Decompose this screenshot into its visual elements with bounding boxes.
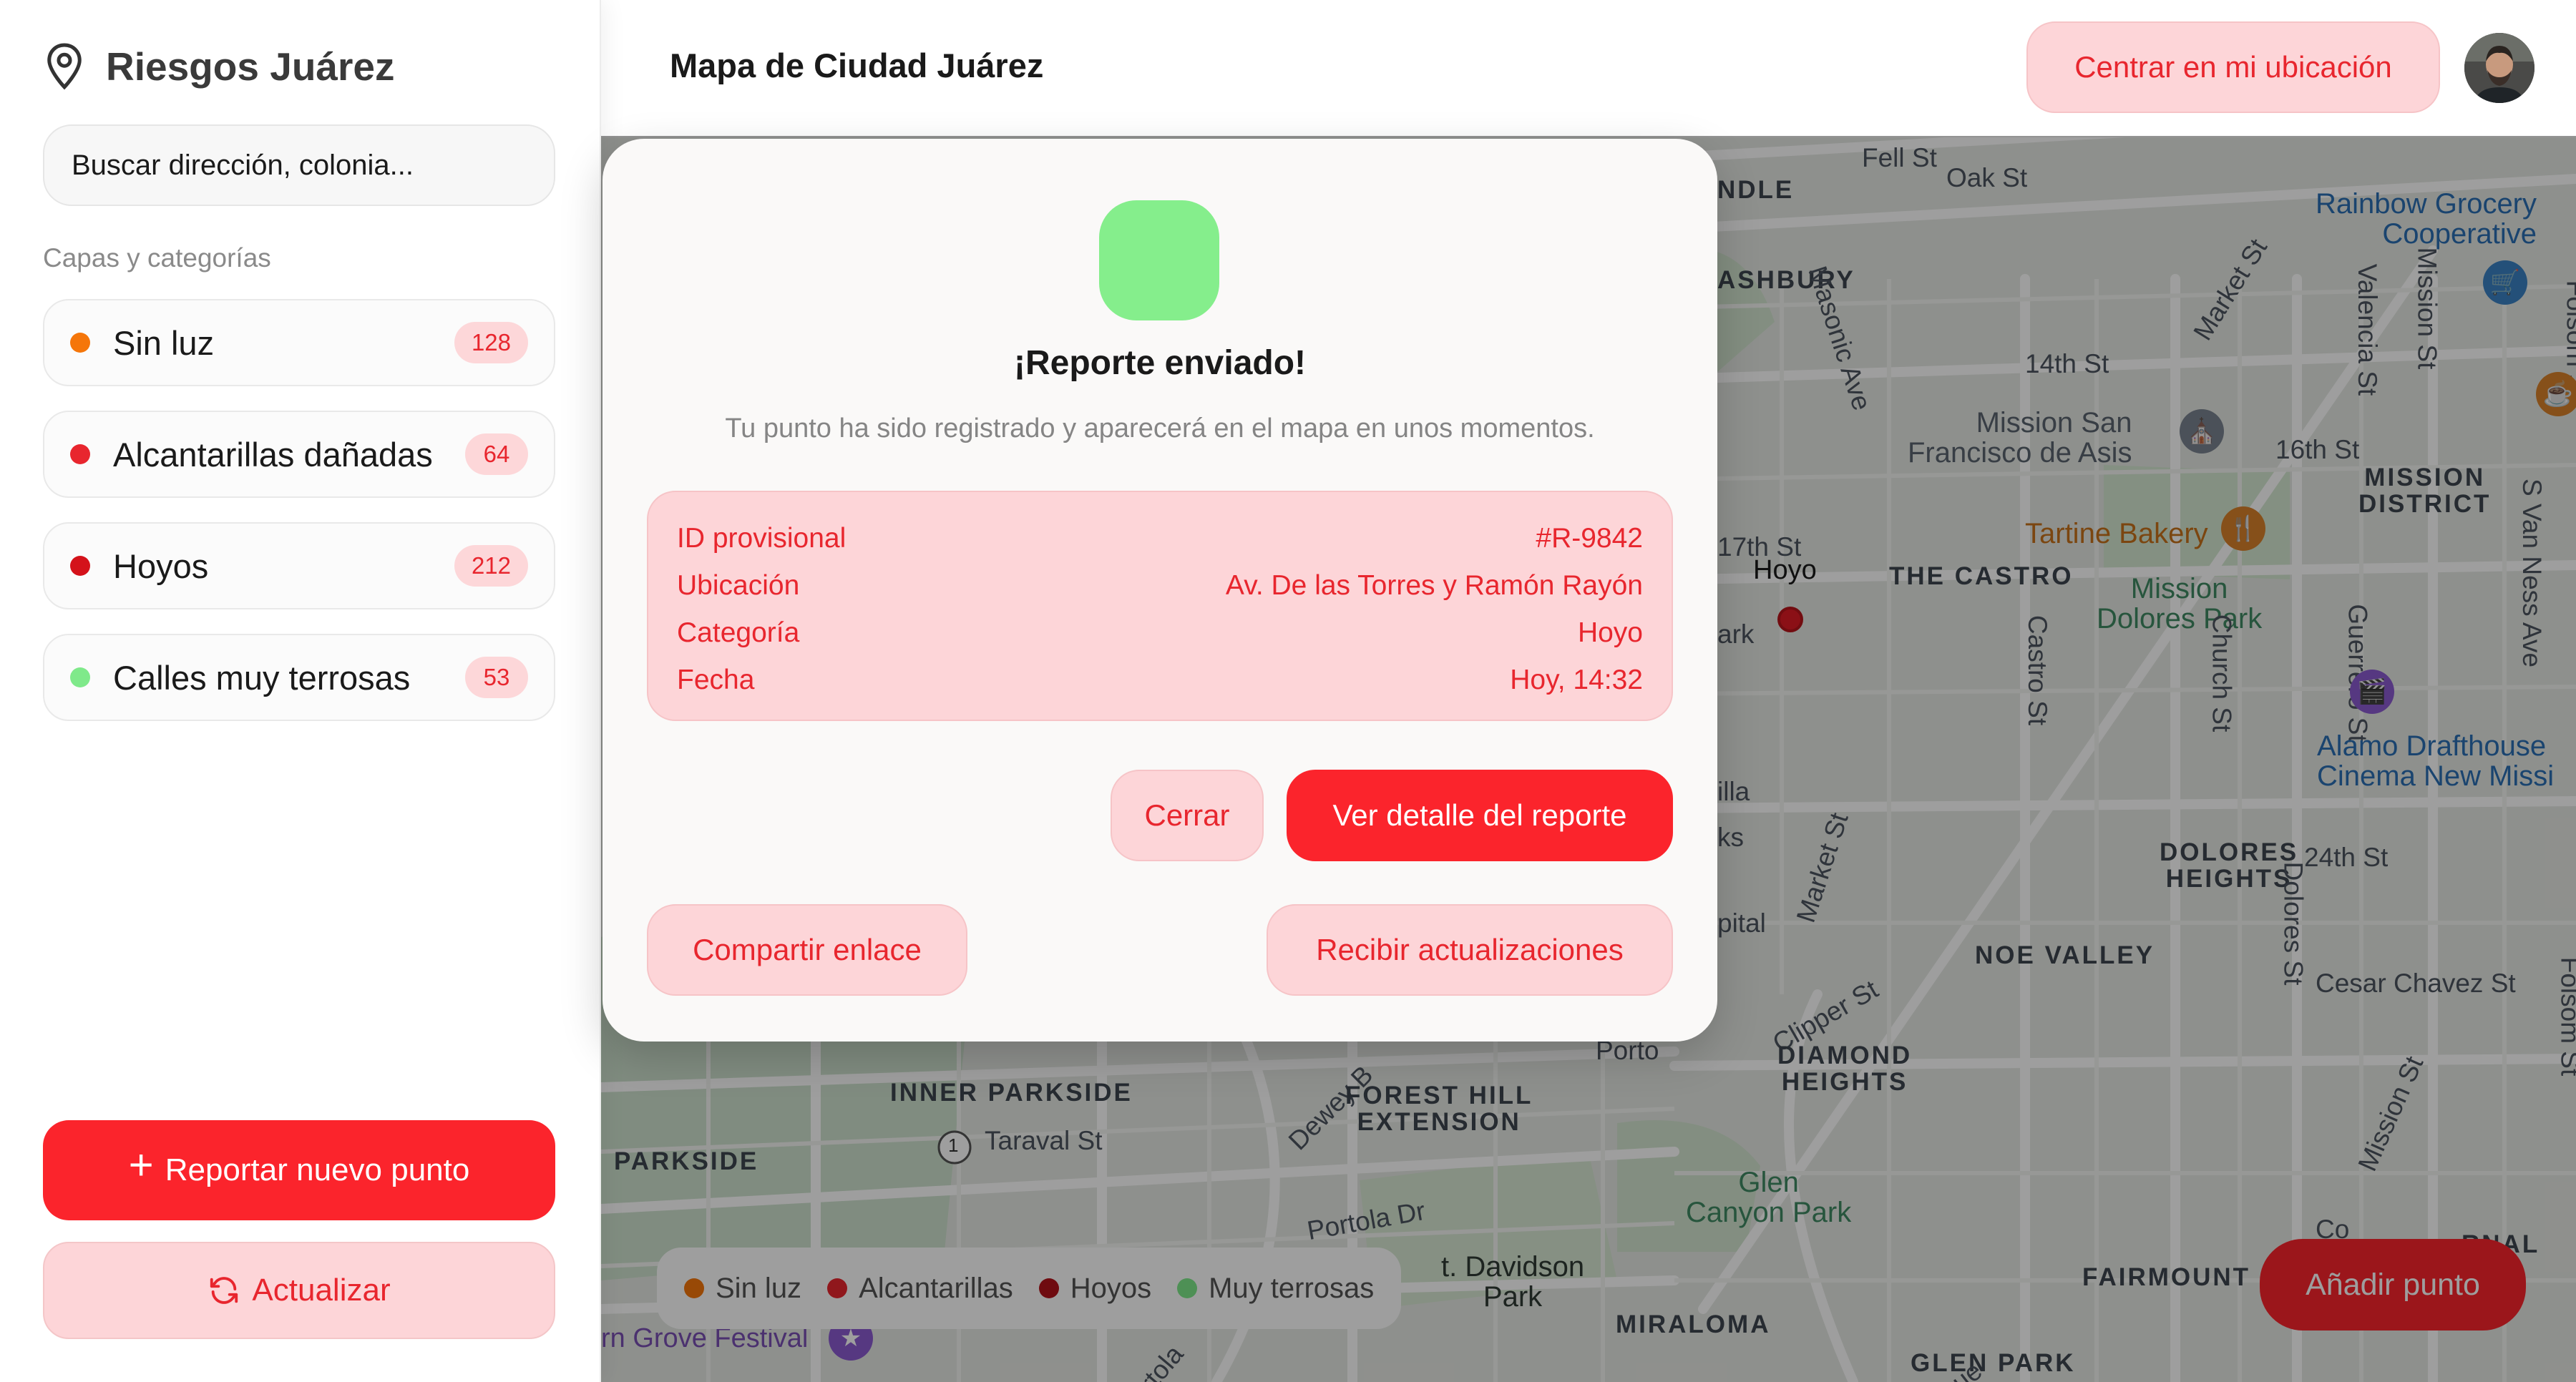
report-new-point-label: Reportar nuevo punto [165, 1152, 470, 1187]
detail-row: Fecha Hoy, 14:32 [677, 657, 1643, 704]
location-pin-icon [47, 43, 82, 90]
detail-value: Hoy, 14:32 [1510, 665, 1643, 695]
avatar[interactable] [2464, 33, 2534, 103]
detail-key: ID provisional [677, 523, 847, 554]
orange-dot-icon [70, 333, 90, 353]
top-bar: Mapa de Ciudad Juárez Centrar en mi ubic… [601, 0, 2576, 137]
receive-updates-button[interactable]: Recibir actualizaciones [1267, 904, 1673, 996]
layer-count-badge: 128 [454, 322, 528, 363]
brand: Riesgos Juárez [42, 40, 395, 93]
detail-key: Categoría [677, 617, 800, 648]
share-link-button[interactable]: Compartir enlace [647, 904, 967, 996]
report-new-point-button[interactable]: + Reportar nuevo punto [43, 1120, 555, 1220]
refresh-icon [210, 1277, 238, 1304]
center-location-button[interactable]: Centrar en mi ubicación [2026, 21, 2440, 113]
layer-count-badge: 212 [454, 545, 528, 587]
detail-row: Ubicación Av. De las Torres y Ramón Rayó… [677, 562, 1643, 609]
detail-value: #R-9842 [1536, 523, 1643, 554]
red-dot-icon [70, 556, 90, 576]
close-button[interactable]: Cerrar [1111, 770, 1264, 861]
layer-count-badge: 64 [465, 433, 528, 475]
detail-key: Fecha [677, 665, 755, 695]
report-details: ID provisional #R-9842 Ubicación Av. De … [647, 491, 1673, 721]
detail-row: Categoría Hoyo [677, 609, 1643, 657]
sidebar: Riesgos Juárez Capas y categorías Sin lu… [0, 0, 601, 1382]
dialog-title: ¡Reporte enviado! [1013, 344, 1307, 382]
refresh-label: Actualizar [252, 1273, 391, 1308]
search-input[interactable] [43, 124, 555, 206]
layer-label: Hoyos [113, 547, 209, 585]
page-title: Mapa de Ciudad Juárez [670, 46, 1044, 84]
layer-calles-terrosas[interactable]: Calles muy terrosas 53 [43, 634, 555, 721]
dialog-subtitle: Tu punto ha sido registrado y aparecerá … [725, 413, 1595, 443]
layer-alcantarillas[interactable]: Alcantarillas dañadas 64 [43, 411, 555, 498]
green-dot-icon [70, 667, 90, 687]
layer-label: Calles muy terrosas [113, 658, 411, 697]
plus-icon: + [128, 1141, 154, 1189]
view-report-detail-button[interactable]: Ver detalle del reporte [1287, 770, 1673, 861]
detail-value: Hoyo [1577, 617, 1643, 648]
app-title: Riesgos Juárez [106, 44, 395, 89]
layer-count-badge: 53 [465, 657, 528, 698]
layer-label: Alcantarillas dañadas [113, 435, 433, 474]
refresh-button[interactable]: Actualizar [43, 1242, 555, 1339]
report-sent-dialog: ¡Reporte enviado! Tu punto ha sido regis… [602, 139, 1717, 1042]
layers-section-label: Capas y categorías [43, 243, 271, 273]
detail-key: Ubicación [677, 570, 800, 601]
success-icon [1099, 200, 1219, 320]
user-photo-icon [2464, 33, 2534, 103]
layer-label: Sin luz [113, 323, 215, 362]
layer-sin-luz[interactable]: Sin luz 128 [43, 299, 555, 386]
detail-value: Av. De las Torres y Ramón Rayón [1225, 570, 1643, 601]
layer-hoyos[interactable]: Hoyos 212 [43, 522, 555, 609]
red-dot-icon [70, 444, 90, 464]
detail-row: ID provisional #R-9842 [677, 515, 1643, 562]
